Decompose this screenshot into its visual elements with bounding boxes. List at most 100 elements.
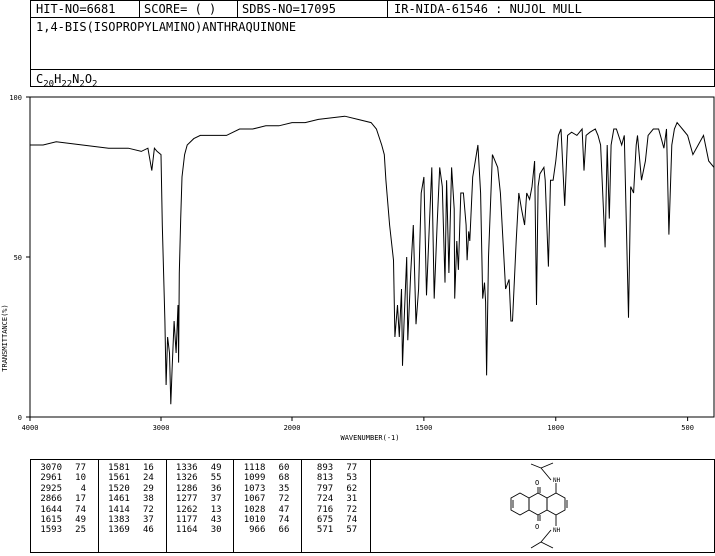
peak-row: 1520 29 xyxy=(102,484,154,494)
peak-row: 1414 72 xyxy=(102,505,154,515)
chemical-structure: O O NH NH xyxy=(510,462,568,549)
peak-transmittance: 43 xyxy=(210,515,222,526)
compound-name-box: 1,4-BIS(ISOPROPYLAMINO)ANTHRAQUINONE xyxy=(30,17,715,70)
peak-wavenumber: 724 xyxy=(316,494,334,505)
peak-transmittance: 77 xyxy=(346,463,358,473)
x-tick-label-500: 500 xyxy=(681,424,694,432)
peak-transmittance: 68 xyxy=(278,473,290,484)
peak-row: 813 53 xyxy=(305,473,357,483)
peak-transmittance: 10 xyxy=(75,473,86,484)
peak-wavenumber: 1099 xyxy=(243,473,266,484)
peak-wavenumber: 797 xyxy=(316,483,334,494)
peak-transmittance: 37 xyxy=(210,494,222,505)
peak-row: 1067 72 xyxy=(237,494,290,505)
peak-wavenumber: 1277 xyxy=(175,494,198,505)
peak-row: 1073 35 xyxy=(237,483,290,494)
nh-label-top: NH xyxy=(553,477,561,484)
peak-column-3: 1336 49 1326 55 1286 36 1277 37 1262 13 1177 43 1164… xyxy=(170,463,222,536)
formula-box: C20H22N2O2 xyxy=(30,69,715,90)
peak-transmittance: 47 xyxy=(278,504,290,515)
peak-transmittance: 74 xyxy=(346,515,358,526)
peak-wavenumber: 1520 xyxy=(108,483,130,494)
peak-wavenumber: 1414 xyxy=(108,504,130,515)
peak-row: 1277 37 xyxy=(170,494,222,504)
x-tick-label-2000: 2000 xyxy=(284,424,301,432)
peak-row: 716 72 xyxy=(305,505,357,515)
peak-transmittance: 4 xyxy=(80,483,86,494)
peak-column-divider xyxy=(97,459,99,553)
peak-transmittance: 31 xyxy=(346,494,358,505)
molecular-formula: C20H22N2O2 xyxy=(36,72,98,90)
y-tick-label-100: 100 xyxy=(9,94,22,102)
peak-wavenumber: 1164 xyxy=(175,525,198,536)
x-axis-label: WAVENUMBER(-1) xyxy=(340,434,399,442)
score: SCORE= ( ) xyxy=(144,2,217,16)
peak-wavenumber: 571 xyxy=(316,525,334,536)
y-tick-label-0: 0 xyxy=(18,414,22,422)
peak-transmittance: 53 xyxy=(346,473,358,484)
peak-wavenumber: 1581 xyxy=(108,463,130,473)
peak-wavenumber: 1383 xyxy=(108,515,130,526)
peak-row: 1326 55 xyxy=(170,473,222,483)
peak-transmittance: 62 xyxy=(346,483,358,494)
peak-row: 1177 43 xyxy=(170,515,222,525)
peak-row: 893 77 xyxy=(305,463,357,473)
peak-row: 966 66 xyxy=(237,525,289,535)
peak-transmittance: 17 xyxy=(75,494,86,505)
peak-column-5: 893 77 813 53 797 62 724 31 716 72 675 74 571 57 xyxy=(305,463,357,536)
peak-wavenumber: 1326 xyxy=(175,473,198,484)
header-bar: HIT-NO=6681 SCORE= ( ) SDBS-NO=17095 IR-… xyxy=(30,0,715,18)
peak-row: 571 57 xyxy=(305,525,357,535)
peak-transmittance: 77 xyxy=(75,463,86,473)
peak-column-divider xyxy=(233,459,235,553)
peak-row: 1336 49 xyxy=(170,463,222,473)
peak-transmittance: 16 xyxy=(142,463,154,473)
peak-row: 797 62 xyxy=(305,484,357,494)
peak-transmittance: 66 xyxy=(278,525,290,536)
peak-row: 1010 74 xyxy=(237,515,290,526)
peak-transmittance: 72 xyxy=(142,504,154,515)
peak-row: 1461 38 xyxy=(102,494,154,504)
peak-wavenumber: 1028 xyxy=(243,504,266,515)
peak-row: 1383 37 xyxy=(102,515,154,525)
peak-wavenumber: 1067 xyxy=(243,494,266,505)
peak-transmittance: 49 xyxy=(75,515,86,526)
peak-transmittance: 29 xyxy=(142,483,154,494)
y-tick-label-50: 50 xyxy=(14,254,22,262)
hit-number: HIT-NO=6681 xyxy=(36,2,116,16)
peak-transmittance: 49 xyxy=(210,463,222,473)
x-tick-label-3000: 3000 xyxy=(153,424,170,432)
peak-transmittance: 55 xyxy=(210,473,222,484)
peak-row: 2961 10 xyxy=(34,473,86,483)
peak-row: 2925 4 xyxy=(34,484,86,494)
ir-nida-number: IR-NIDA-61546 : NUJOL MULL xyxy=(394,2,582,16)
peak-row: 1593 25 xyxy=(34,525,86,535)
peak-wavenumber: 1286 xyxy=(175,483,198,494)
peak-wavenumber: 1010 xyxy=(243,515,266,526)
peak-wavenumber: 893 xyxy=(316,463,334,473)
peak-wavenumber: 1593 xyxy=(40,525,62,536)
peak-row: 1561 24 xyxy=(102,473,154,483)
peak-wavenumber: 1118 xyxy=(243,463,266,473)
peak-row: 1286 36 xyxy=(170,484,222,494)
peak-wavenumber: 1615 xyxy=(40,515,62,526)
peak-transmittance: 35 xyxy=(278,483,290,494)
peak-column-divider xyxy=(165,459,167,553)
peak-row: 1581 16 xyxy=(102,463,154,473)
peak-transmittance: 30 xyxy=(210,525,222,536)
x-tick-label-1500: 1500 xyxy=(415,424,432,432)
peak-wavenumber: 1461 xyxy=(108,494,130,505)
peak-transmittance: 57 xyxy=(346,525,358,536)
peak-wavenumber: 966 xyxy=(249,525,266,536)
peak-wavenumber: 675 xyxy=(316,515,334,526)
peak-wavenumber: 716 xyxy=(316,504,334,515)
peak-column-divider xyxy=(301,459,303,553)
peak-row: 1615 49 xyxy=(34,515,86,525)
sdbs-number: SDBS-NO=17095 xyxy=(242,2,336,16)
peak-wavenumber: 2961 xyxy=(40,473,62,484)
peak-column-2: 1581 16 1561 24 1520 29 1461 38 1414 72 1383 37 1369… xyxy=(102,463,154,536)
peak-row: 3070 77 xyxy=(34,463,86,473)
peak-row: 1644 74 xyxy=(34,505,86,515)
peak-wavenumber: 813 xyxy=(316,473,334,484)
peak-transmittance: 72 xyxy=(278,494,290,505)
